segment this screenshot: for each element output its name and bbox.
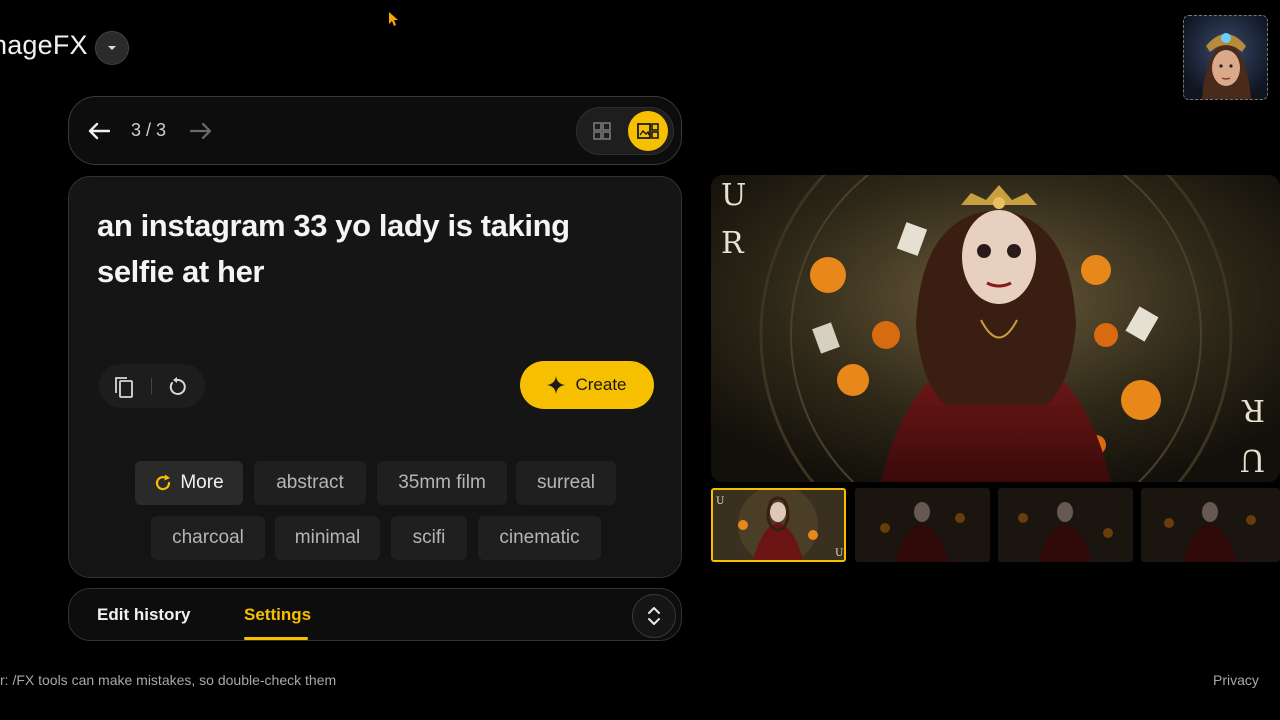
- svg-text:U: U: [1240, 442, 1265, 477]
- single-view-icon: [637, 123, 659, 139]
- app-switcher-button[interactable]: [95, 31, 129, 65]
- chip-charcoal[interactable]: charcoal: [151, 516, 265, 560]
- chevron-down-icon: [108, 46, 116, 50]
- grid-view-button[interactable]: [587, 116, 617, 146]
- style-chips: More abstract 35mm film surreal charcoal…: [69, 439, 681, 577]
- prompt-line-2: selfie at her: [97, 254, 265, 289]
- generated-image[interactable]: U R R U: [711, 175, 1280, 482]
- view-toggle: [576, 107, 674, 155]
- thumbnail-image-3[interactable]: U U: [711, 488, 846, 562]
- arrow-left-icon: [88, 122, 110, 140]
- svg-text:U: U: [835, 548, 843, 559]
- chip-scifi[interactable]: scifi: [391, 516, 467, 560]
- more-chip-label: More: [180, 472, 224, 493]
- thumbnail-image-1[interactable]: [855, 488, 990, 562]
- prompt-line-1: an instagram 33 yo lady is taking: [97, 208, 570, 243]
- disclaimer-text: r: /FX tools can make mistakes, so doubl…: [0, 672, 337, 688]
- reset-icon: [169, 377, 186, 395]
- create-button[interactable]: Create: [520, 361, 654, 409]
- arrow-right-icon: [190, 122, 212, 140]
- chip-35mm-film[interactable]: 35mm film: [377, 461, 507, 505]
- expand-collapse-icon: [648, 607, 660, 625]
- result-navigation-bar: 3 / 3: [68, 96, 682, 165]
- expand-panel-button[interactable]: [632, 594, 676, 638]
- mouse-cursor-icon: [389, 12, 399, 33]
- page-counter: 3 / 3: [131, 120, 167, 140]
- prompt-input[interactable]: an instagram 33 yo lady is taking selfie…: [97, 203, 617, 295]
- single-view-button[interactable]: [628, 111, 668, 151]
- next-button[interactable]: [187, 117, 215, 145]
- active-tab-indicator: [244, 637, 308, 640]
- thumbnail-image-4[interactable]: [1141, 488, 1280, 562]
- refresh-icon: [156, 474, 171, 491]
- grid-view-icon: [593, 122, 611, 140]
- thumbnail-image-2[interactable]: [998, 488, 1133, 562]
- copy-icon: [115, 377, 133, 398]
- privacy-link[interactable]: Privacy: [1213, 672, 1259, 688]
- chip-abstract[interactable]: abstract: [254, 461, 366, 505]
- create-button-label: Create: [575, 375, 627, 394]
- bottom-tabs: Edit history Settings: [68, 588, 682, 641]
- svg-text:R: R: [1241, 392, 1265, 427]
- chip-cinematic[interactable]: cinematic: [478, 516, 601, 560]
- svg-text:U: U: [716, 496, 724, 507]
- chip-minimal[interactable]: minimal: [275, 516, 380, 560]
- svg-text:R: R: [721, 226, 745, 261]
- action-divider: [151, 378, 152, 394]
- prompt-actions: [99, 364, 205, 408]
- reset-prompt-button[interactable]: [164, 374, 190, 400]
- more-chips-button[interactable]: More: [135, 461, 243, 505]
- app-title: nageFX: [0, 30, 88, 60]
- user-avatar[interactable]: [1183, 15, 1268, 100]
- tab-edit-history[interactable]: Edit history: [97, 605, 191, 625]
- prompt-card: an instagram 33 yo lady is taking selfie…: [68, 176, 682, 578]
- chip-surreal[interactable]: surreal: [516, 461, 616, 505]
- tab-settings[interactable]: Settings: [244, 605, 311, 625]
- copy-prompt-button[interactable]: [111, 374, 137, 400]
- previous-button[interactable]: [85, 117, 113, 145]
- svg-text:U: U: [721, 178, 746, 213]
- sparkle-icon: [547, 376, 566, 394]
